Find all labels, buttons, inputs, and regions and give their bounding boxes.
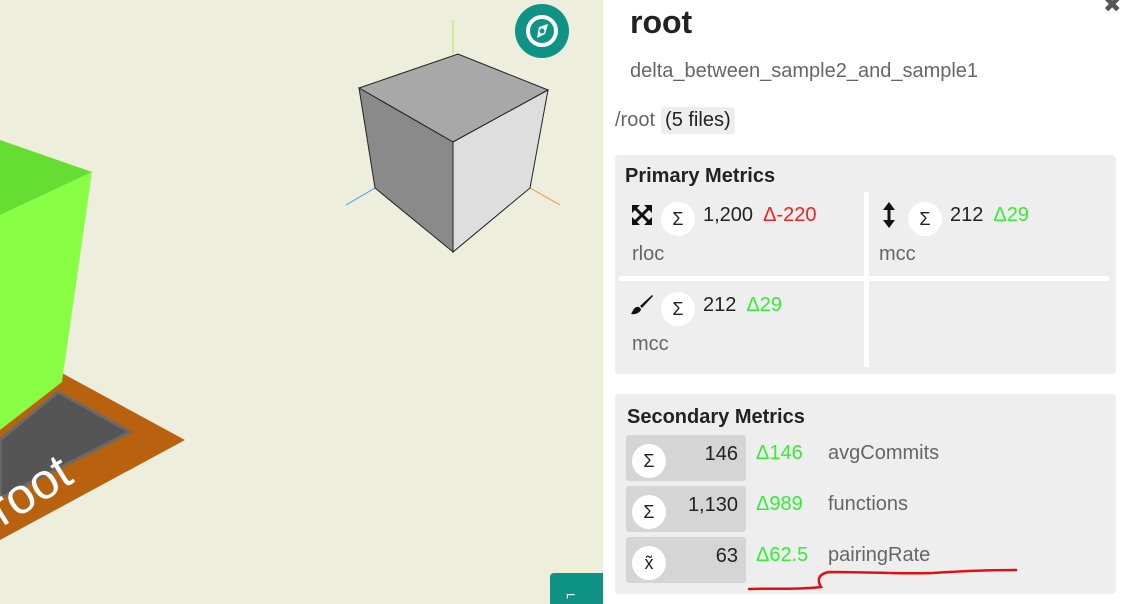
metric-delta: Δ29: [993, 203, 1029, 226]
primary-metrics-card: Primary Metrics Σ 1,200 Δ-220 rloc Σ 212…: [615, 155, 1116, 374]
metric-name: functions: [828, 492, 909, 515]
metric-value: 212: [703, 293, 737, 316]
path-text: /root: [615, 109, 656, 131]
toggle-panel-button[interactable]: ⌐: [550, 573, 603, 604]
metric-name: mcc: [879, 243, 916, 265]
metric-delta: Δ29: [746, 293, 782, 316]
metric-name: pairingRate: [828, 543, 931, 566]
node-title: root: [630, 4, 693, 40]
close-icon[interactable]: ✖: [1103, 0, 1121, 18]
secondary-metrics-heading: Secondary Metrics: [627, 406, 805, 428]
compass-icon: [526, 15, 558, 47]
navigation-cube[interactable]: [357, 53, 550, 254]
secondary-metrics-card: Secondary Metrics Σ 146 Δ146 avgCommits …: [615, 394, 1116, 594]
metric-delta: Δ146: [756, 441, 803, 464]
metric-delta: Δ-220: [763, 203, 817, 226]
metric-value: 212: [950, 203, 984, 226]
paint-brush-icon: [629, 291, 655, 319]
metric-name: mcc: [632, 333, 669, 355]
vertical-arrows-icon: [876, 201, 902, 229]
metric-name: rloc: [632, 243, 665, 265]
reset-camera-button[interactable]: [515, 4, 569, 58]
node-path: /root (5 files): [615, 107, 735, 134]
scene-canvas[interactable]: [0, 0, 603, 604]
primary-metric-height: Σ 212 Δ29 mcc: [876, 195, 1029, 266]
aggregation-median-button[interactable]: x̃: [632, 546, 666, 580]
primary-metric-color: Σ 212 Δ29 mcc: [629, 285, 782, 356]
metric-value: 146: [704, 443, 738, 465]
secondary-metric-row: x̃ 63 Δ62.5 pairingRate: [626, 537, 930, 583]
map-3d-viewport[interactable]: root ⌐: [0, 0, 603, 604]
metric-delta: Δ989: [756, 492, 803, 515]
aggregation-sum-button[interactable]: Σ: [632, 444, 666, 478]
primary-metric-area: Σ 1,200 Δ-220 rloc: [629, 195, 816, 266]
aggregation-sum-button[interactable]: Σ: [908, 202, 942, 236]
primary-metrics-heading: Primary Metrics: [625, 165, 776, 187]
metric-name: avgCommits: [828, 441, 940, 464]
expand-arrows-icon: [629, 201, 655, 229]
metric-delta: Δ62.5: [756, 543, 809, 566]
secondary-metric-row: Σ 1,130 Δ989 functions: [626, 486, 908, 532]
aggregation-sum-button[interactable]: Σ: [632, 495, 666, 529]
file-count-badge: (5 files): [661, 107, 735, 134]
metric-value: 1,130: [687, 494, 738, 516]
aggregation-sum-button[interactable]: Σ: [661, 292, 695, 326]
aggregation-sum-button[interactable]: Σ: [661, 202, 695, 236]
metric-value: 63: [715, 545, 738, 567]
secondary-metric-row: Σ 146 Δ146 avgCommits: [626, 435, 939, 481]
bracket-icon: ⌐: [566, 587, 576, 604]
divider: [619, 276, 1109, 281]
map-name: delta_between_sample2_and_sample1: [630, 60, 979, 82]
attribute-side-bar: ✖ root delta_between_sample2_and_sample1…: [603, 0, 1140, 604]
metric-value: 1,200: [703, 203, 754, 226]
